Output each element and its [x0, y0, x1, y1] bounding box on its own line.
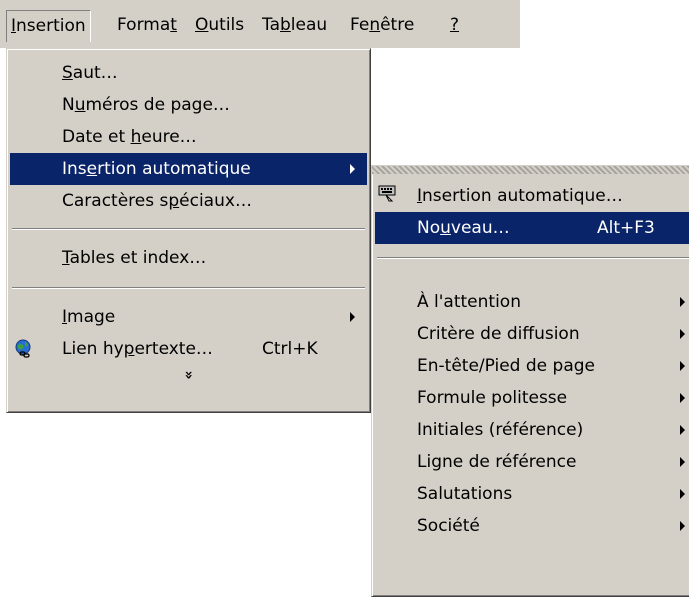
submenu-item-en-tete-pied-de-page[interactable]: En-tête/Pied de page	[375, 350, 689, 382]
submenu-arrow-icon	[350, 312, 355, 322]
menubar-item-tableau[interactable]: Tableau	[258, 10, 331, 40]
globe-link-icon	[15, 339, 31, 358]
menu-separator	[12, 228, 365, 230]
submenu-item-insertion-automatique[interactable]: Insertion automatique…	[375, 180, 689, 212]
menubar-item-insertion[interactable]: Insertion	[6, 10, 91, 42]
submenu-item-critere-de-diffusion[interactable]: Critère de diffusion	[375, 318, 689, 350]
menu-separator	[377, 257, 689, 259]
menu-item-image[interactable]: Image	[10, 301, 367, 333]
submenu-item-a-l-attention[interactable]: À l'attention	[375, 286, 689, 318]
menu-separator	[12, 287, 365, 289]
menubar-item-help[interactable]: ?	[446, 10, 463, 40]
submenu-item-initiales-reference[interactable]: Initiales (référence)	[375, 414, 689, 446]
menu-item-tables-et-index[interactable]: Tables et index…	[10, 242, 367, 274]
menu-item-date-et-heure[interactable]: Date et heure…	[10, 121, 367, 153]
menubar-label: nsertion	[16, 16, 86, 36]
submenu-arrow-icon	[680, 521, 685, 531]
submenu-drag-strip	[372, 166, 689, 174]
shortcut-label: Ctrl+K	[262, 339, 318, 359]
insertion-menu: Saut… Numéros de page… Date et heure… In…	[6, 48, 371, 413]
submenu-arrow-icon	[680, 425, 685, 435]
autotext-keyboard-icon	[378, 185, 396, 202]
menu-item-numeros-de-page[interactable]: Numéros de page…	[10, 89, 367, 121]
menubar-item-outils[interactable]: Outils	[191, 10, 248, 40]
submenu-item-salutations[interactable]: Salutations	[375, 478, 689, 510]
autotext-submenu: Insertion automatique… Nouveau… Alt+F3 À…	[371, 165, 689, 597]
submenu-item-ligne-de-reference[interactable]: Ligne de référence	[375, 446, 689, 478]
submenu-item-nouveau[interactable]: Nouveau… Alt+F3	[375, 212, 689, 244]
submenu-arrow-icon	[680, 329, 685, 339]
menubar-item-fenetre[interactable]: Fenêtre	[346, 10, 418, 40]
submenu-arrow-icon	[350, 164, 355, 174]
submenu-arrow-icon	[680, 297, 685, 307]
menu-item-saut[interactable]: Saut…	[10, 57, 367, 89]
submenu-arrow-icon	[680, 393, 685, 403]
menubar-item-format[interactable]: Format	[113, 10, 181, 40]
menu-item-insertion-automatique[interactable]: Insertion automatique	[10, 153, 367, 185]
menu-item-caracteres-speciaux[interactable]: Caractères spéciaux…	[10, 185, 367, 217]
submenu-item-societe[interactable]: Société	[375, 510, 689, 542]
submenu-arrow-icon	[680, 361, 685, 371]
shortcut-label: Alt+F3	[597, 218, 655, 238]
menu-item-lien-hypertexte[interactable]: Lien hypertexte… Ctrl+K	[10, 333, 367, 365]
submenu-arrow-icon	[680, 489, 685, 499]
submenu-item-formule-politesse[interactable]: Formule politesse	[375, 382, 689, 414]
expand-menu-chevron-icon[interactable]: »	[7, 367, 370, 383]
submenu-arrow-icon	[680, 457, 685, 467]
menu-bar: Insertion Format Outils Tableau Fenêtre …	[0, 0, 520, 48]
